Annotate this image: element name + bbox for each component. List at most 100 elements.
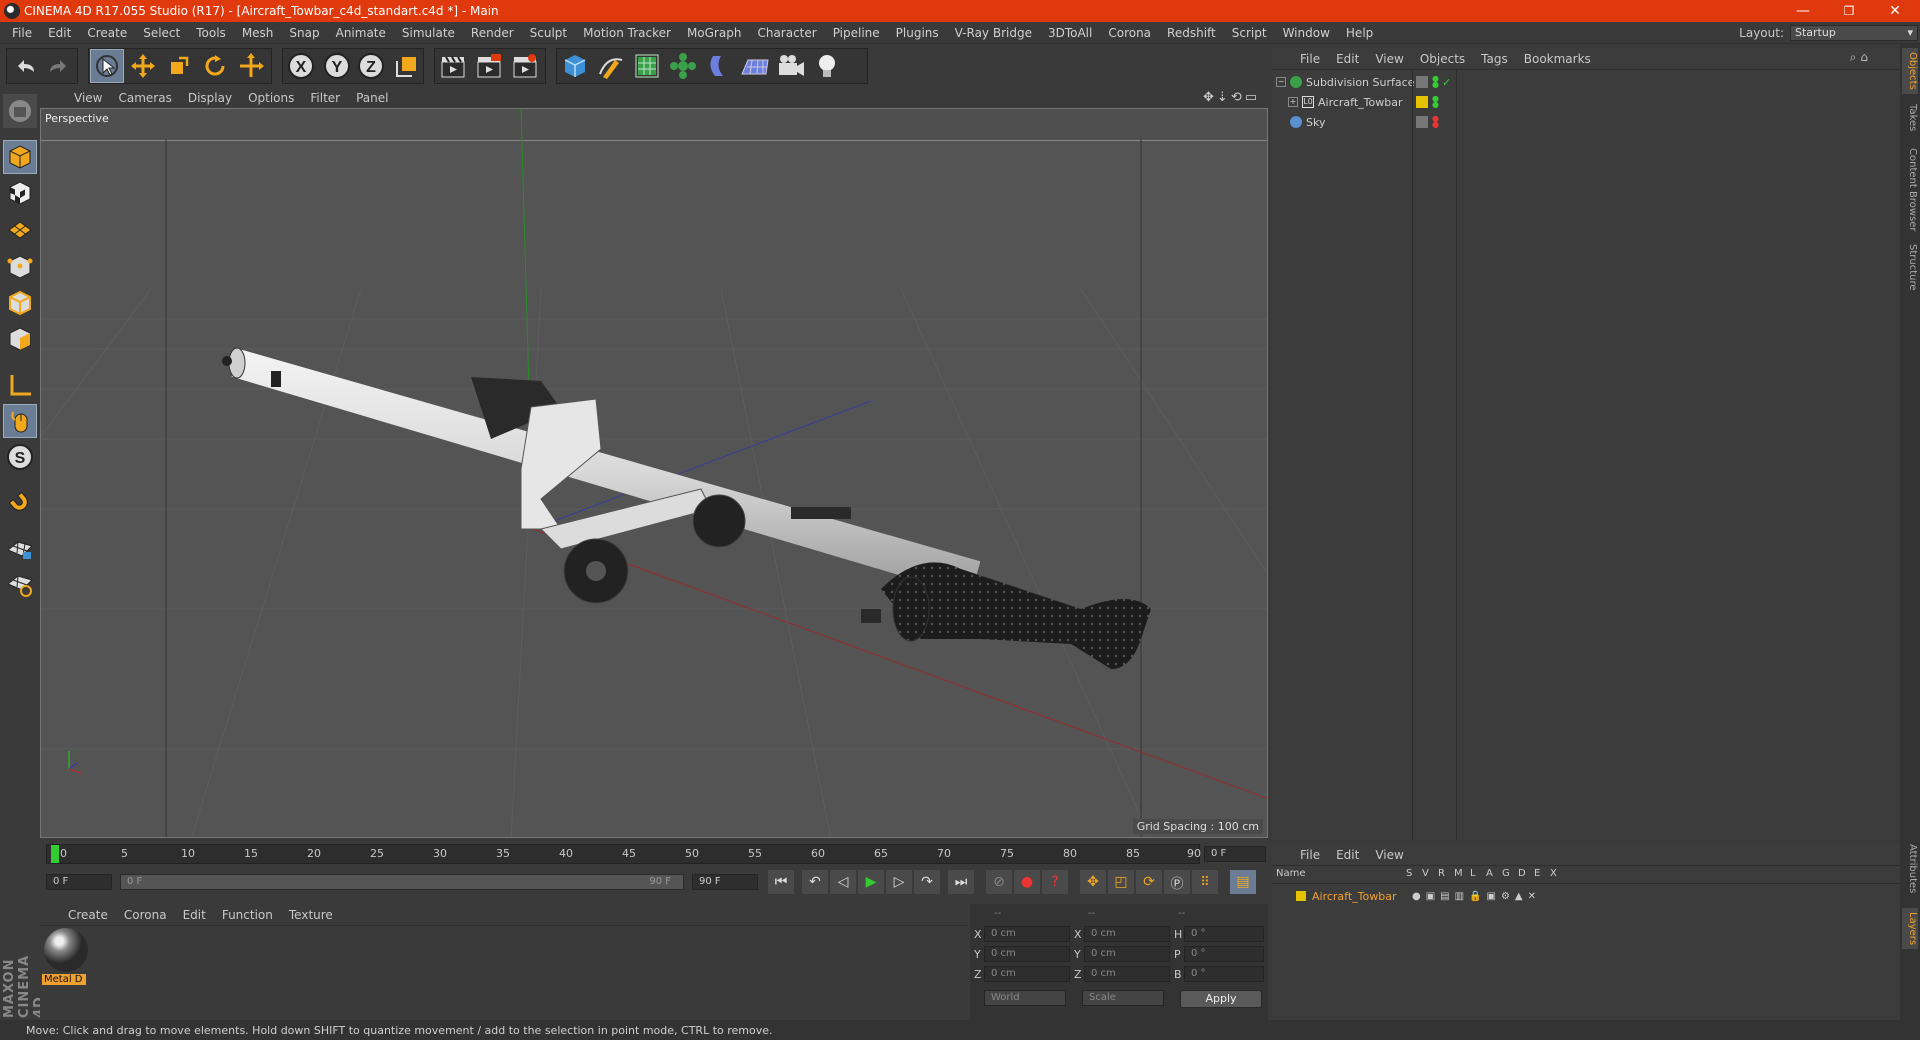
key-rotation-icon[interactable]: ⟳	[1136, 870, 1162, 894]
object-manager-search-icon[interactable]: ⌕⌂	[1850, 50, 1872, 65]
layer-menu-view[interactable]: View	[1367, 848, 1411, 862]
point-mode-button[interactable]	[3, 250, 37, 284]
enable-axis-button[interactable]	[3, 368, 37, 402]
layer-menu-file[interactable]: File	[1292, 848, 1328, 862]
object-menu-objects[interactable]: Objects	[1412, 52, 1473, 66]
menu-mograph[interactable]: MoGraph	[679, 26, 750, 40]
workplane-snap-button[interactable]	[3, 568, 37, 602]
transform-tool-button[interactable]	[234, 49, 268, 83]
model-mode-button[interactable]	[3, 140, 37, 174]
minimize-button[interactable]: —	[1780, 0, 1826, 22]
menu-motion-tracker[interactable]: Motion Tracker	[575, 26, 679, 40]
previous-frame-icon[interactable]: ◁	[830, 870, 856, 894]
position-z-field[interactable]: 0 cm	[984, 966, 1070, 982]
menu-animate[interactable]: Animate	[328, 26, 394, 40]
object-menu-edit[interactable]: Edit	[1328, 52, 1367, 66]
layer-row[interactable]: Aircraft_Towbar ●▣▤▥🔒▣⚙▲✕	[1272, 886, 1900, 906]
layer-menu-edit[interactable]: Edit	[1328, 848, 1367, 862]
object-menu-tags[interactable]: Tags	[1473, 52, 1516, 66]
tweak-mode-button[interactable]	[3, 404, 37, 438]
tab-takes[interactable]: Takes	[1902, 104, 1918, 131]
viewport-menu-panel[interactable]: Panel	[348, 91, 396, 105]
menu-pipeline[interactable]: Pipeline	[825, 26, 888, 40]
coordinate-system-button[interactable]	[390, 49, 424, 83]
layer-color-swatch[interactable]	[1296, 891, 1306, 901]
material-menu-function[interactable]: Function	[214, 908, 281, 922]
object-row[interactable]: Sky ● ●	[1272, 112, 1900, 132]
snap-button[interactable]	[3, 486, 37, 520]
material-menu-edit[interactable]: Edit	[175, 908, 214, 922]
rotation-h-field[interactable]: 0 °	[1184, 926, 1264, 942]
object-menu-bookmarks[interactable]: Bookmarks	[1516, 52, 1599, 66]
edge-mode-button[interactable]	[3, 286, 37, 320]
add-deformer-button[interactable]	[702, 49, 736, 83]
menu-vray-bridge[interactable]: V-Ray Bridge	[947, 26, 1040, 40]
key-pla-icon[interactable]: ⠿	[1192, 870, 1218, 894]
object-layer-swatch[interactable]	[1416, 76, 1428, 88]
viewport-menu-cameras[interactable]: Cameras	[110, 91, 179, 105]
material-menu-create[interactable]: Create	[60, 908, 116, 922]
object-row[interactable]: + L0 Aircraft_Towbar ● ●	[1272, 92, 1900, 112]
size-y-field[interactable]: 0 cm	[1084, 946, 1170, 962]
add-light-button[interactable]	[810, 49, 844, 83]
rotation-p-field[interactable]: 0 °	[1184, 946, 1264, 962]
menu-sculpt[interactable]: Sculpt	[522, 26, 575, 40]
menu-render[interactable]: Render	[463, 26, 522, 40]
add-subdivision-button[interactable]	[630, 49, 664, 83]
menu-select[interactable]: Select	[135, 26, 188, 40]
menu-redshift[interactable]: Redshift	[1159, 26, 1224, 40]
tab-layers[interactable]: Layers	[1902, 908, 1918, 950]
size-x-field[interactable]: 0 cm	[1084, 926, 1170, 942]
end-frame-field[interactable]: 90 F	[692, 874, 758, 890]
material-menu-texture[interactable]: Texture	[281, 908, 341, 922]
layout-dropdown[interactable]: Startup ▾	[1790, 25, 1918, 41]
menu-edit[interactable]: Edit	[40, 26, 79, 40]
menu-plugins[interactable]: Plugins	[888, 26, 947, 40]
x-axis-lock-button[interactable]: X	[284, 49, 318, 83]
render-view-button[interactable]	[436, 49, 470, 83]
undo-button[interactable]	[8, 49, 42, 83]
visibility-dots-icon[interactable]: ● ●	[1432, 95, 1439, 109]
render-settings-button[interactable]	[508, 49, 542, 83]
position-x-field[interactable]: 0 cm	[984, 926, 1070, 942]
visibility-dots-icon[interactable]: ● ●	[1432, 75, 1439, 89]
start-frame-field[interactable]: 0 F	[46, 874, 112, 890]
coordinate-mode-dropdown[interactable]: World	[984, 990, 1066, 1006]
position-y-field[interactable]: 0 cm	[984, 946, 1070, 962]
texture-mode-button[interactable]	[3, 176, 37, 210]
viewport-menu-view[interactable]: View	[66, 91, 110, 105]
menu-window[interactable]: Window	[1275, 26, 1338, 40]
solo-button[interactable]: S	[3, 440, 37, 474]
object-layer-swatch[interactable]	[1416, 116, 1428, 128]
make-editable-button[interactable]	[3, 94, 37, 128]
menu-corona[interactable]: Corona	[1100, 26, 1159, 40]
timeline-window-icon[interactable]: ▤	[1230, 870, 1256, 894]
add-floor-button[interactable]	[738, 49, 772, 83]
next-key-icon[interactable]: ↷	[914, 870, 940, 894]
preview-range-slider[interactable]: 0 F 90 F	[120, 874, 684, 890]
y-axis-lock-button[interactable]: Y	[320, 49, 354, 83]
material-swatch[interactable]: Metal D	[42, 926, 88, 988]
size-z-field[interactable]: 0 cm	[1084, 966, 1170, 982]
keyframe-selection-icon[interactable]: ?	[1042, 870, 1068, 894]
redo-button[interactable]	[42, 49, 76, 83]
visibility-dots-icon[interactable]: ● ●	[1432, 115, 1439, 129]
autokey-icon[interactable]: ●	[1014, 870, 1040, 894]
viewport-menu-filter[interactable]: Filter	[302, 91, 348, 105]
rotate-tool-button[interactable]	[198, 49, 232, 83]
add-spline-button[interactable]	[594, 49, 628, 83]
go-to-start-icon[interactable]: ⏮	[768, 870, 794, 894]
key-scale-icon[interactable]: ◰	[1108, 870, 1134, 894]
menu-simulate[interactable]: Simulate	[394, 26, 463, 40]
key-position-icon[interactable]: ✥	[1080, 870, 1106, 894]
add-array-button[interactable]	[666, 49, 700, 83]
close-button[interactable]: ✕	[1872, 0, 1918, 22]
scale-tool-button[interactable]	[162, 49, 196, 83]
size-mode-dropdown[interactable]: Scale	[1082, 990, 1164, 1006]
menu-script[interactable]: Script	[1224, 26, 1275, 40]
layer-flags-icons[interactable]: ●▣▤▥🔒▣⚙▲✕	[1412, 891, 1541, 902]
menu-tools[interactable]: Tools	[188, 26, 234, 40]
move-tool-button[interactable]	[126, 49, 160, 83]
enabled-check-icon[interactable]: ✓	[1442, 76, 1451, 89]
playhead[interactable]	[51, 845, 59, 863]
